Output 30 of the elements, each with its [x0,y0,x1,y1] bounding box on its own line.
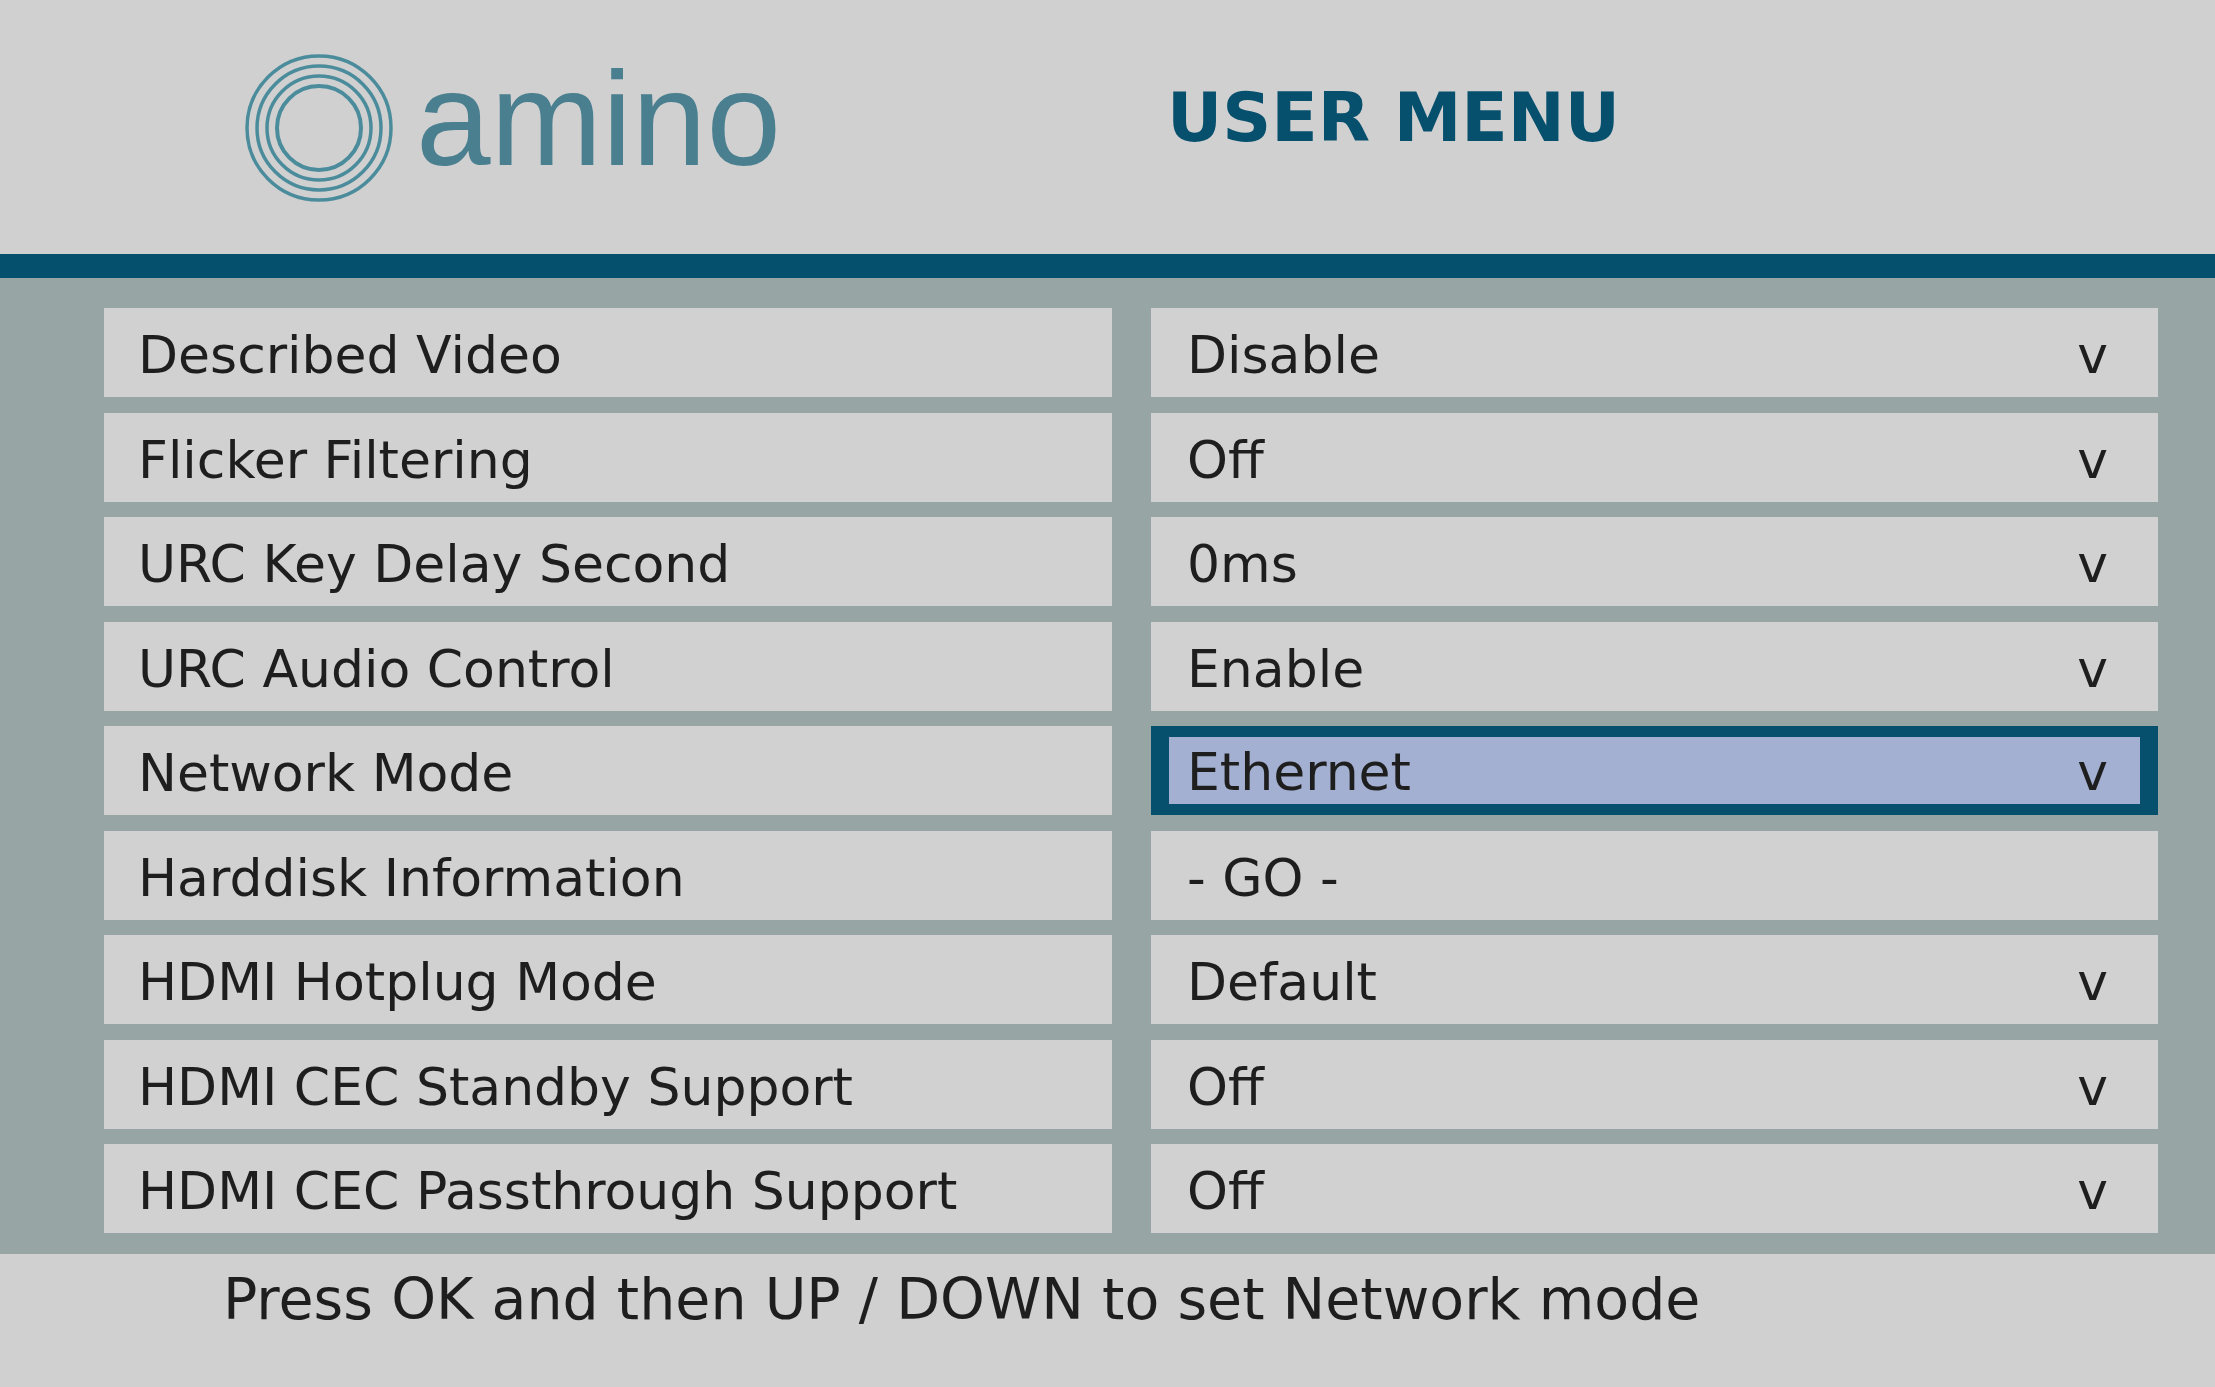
chevron-icon: v [2077,533,2108,596]
go-button[interactable]: - GO - [1151,830,2158,920]
setting-label: HDMI CEC Standby Support [104,1039,1112,1129]
setting-label: Network Mode [104,726,1112,815]
dropdown[interactable]: Disable v [1151,308,2158,397]
setting-label: URC Key Delay Second [104,517,1112,606]
chevron-icon: v [2077,951,2108,1014]
dropdown[interactable]: Off v [1151,1144,2158,1233]
dropdown[interactable]: Off v [1151,412,2158,502]
rings-logo-icon [244,53,394,203]
setting-label: Described Video [104,308,1112,397]
setting-label: URC Audio Control [104,621,1112,711]
setting-label: Harddisk Information [104,830,1112,920]
dropdown[interactable]: Enable v [1151,621,2158,711]
dropdown[interactable]: 0ms v [1151,517,2158,606]
chevron-icon: v [2077,637,2108,701]
dropdown[interactable]: Default v [1151,935,2158,1024]
dropdown[interactable]: Off v [1151,1039,2158,1129]
dropdown[interactable]: Ethernet v [1151,726,2158,815]
chevron-icon: v [2077,1055,2108,1119]
setting-label: HDMI Hotplug Mode [104,935,1112,1024]
chevron-icon: v [2077,1160,2108,1223]
setting-label: HDMI CEC Passthrough Support [104,1144,1112,1233]
chevron-icon: v [2077,324,2108,387]
hint-text: Press OK and then UP / DOWN to set Network mode [223,1265,1701,1333]
menu-title: USER MENU [1167,80,1620,156]
chevron-icon: v [2077,741,2108,804]
logo-text: amino [416,52,781,186]
setting-label: Flicker Filtering [104,412,1112,502]
chevron-icon: v [2077,428,2108,492]
